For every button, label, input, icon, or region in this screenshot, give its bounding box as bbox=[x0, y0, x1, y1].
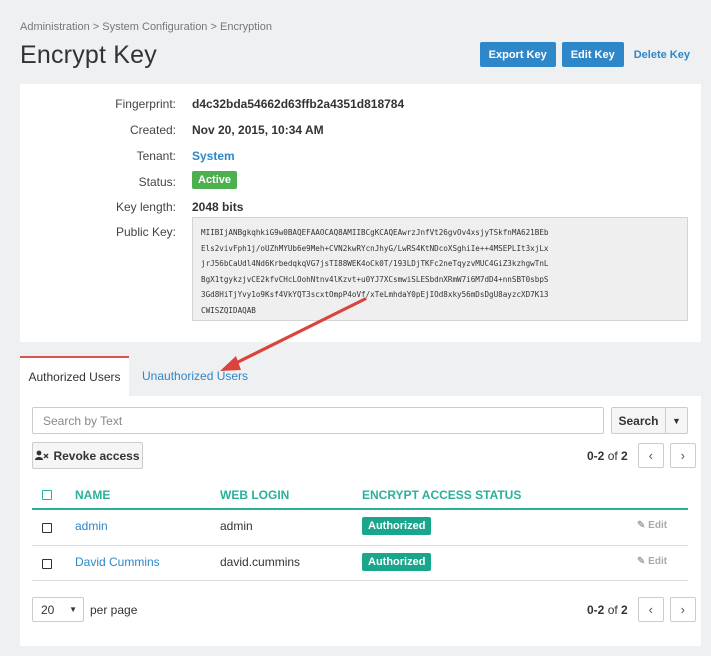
access-status: Authorized bbox=[362, 517, 432, 535]
fingerprint-label: Fingerprint: bbox=[115, 97, 176, 111]
authorized-badge: Authorized bbox=[362, 517, 432, 535]
breadcrumb-item[interactable]: Administration bbox=[20, 21, 90, 33]
tenant-label: Tenant: bbox=[136, 149, 176, 163]
delete-key-button[interactable]: Delete Key bbox=[630, 43, 694, 67]
select-all-checkbox[interactable] bbox=[42, 490, 52, 500]
revoke-access-button[interactable]: Revoke access bbox=[32, 442, 143, 469]
table-header: NAME WEB LOGIN ENCRYPT ACCESS STATUS bbox=[32, 486, 688, 510]
per-page-select[interactable]: 20 ▼ bbox=[32, 597, 84, 622]
row-checkbox[interactable] bbox=[42, 523, 52, 533]
created-value: Nov 20, 2015, 10:34 AM bbox=[192, 123, 324, 137]
tenant-link[interactable]: System bbox=[192, 149, 235, 163]
revoke-access-label: Revoke access bbox=[53, 448, 140, 463]
users-tabs: Authorized Users Unauthorized Users Sear… bbox=[20, 356, 701, 646]
page-title: Encrypt Key bbox=[20, 41, 157, 69]
user-name-link[interactable]: David Cummins bbox=[75, 555, 160, 569]
page: Administration > System Configuration > … bbox=[0, 0, 711, 656]
tab-authorized-users[interactable]: Authorized Users bbox=[20, 356, 129, 396]
public-key-label: Public Key: bbox=[115, 225, 176, 239]
breadcrumb-item: Encryption bbox=[220, 21, 272, 33]
public-key-text: MIIBIjANBgkqhkiG9w0BAQEFAAOCAQ8AMIIBCgKC… bbox=[192, 217, 688, 321]
pager-count: 0-2 of 2 bbox=[587, 448, 628, 463]
created-label: Created: bbox=[129, 123, 176, 137]
row-edit-button[interactable]: ✎ Edit bbox=[637, 556, 667, 567]
per-page-value: 20 bbox=[41, 602, 55, 617]
pager-top: 0-2 of 2 ‹ › bbox=[587, 443, 696, 468]
chevron-left-icon[interactable]: ‹ bbox=[637, 443, 664, 468]
pager-count: 0-2 of 2 bbox=[587, 602, 628, 617]
breadcrumb-item[interactable]: System Configuration bbox=[102, 21, 207, 33]
key-length-label: Key length: bbox=[115, 200, 176, 214]
status-label: Status: bbox=[138, 175, 176, 189]
authorized-badge: Authorized bbox=[362, 553, 432, 571]
column-header-encrypt-access-status[interactable]: ENCRYPT ACCESS STATUS bbox=[362, 488, 521, 502]
pencil-icon: ✎ bbox=[637, 520, 646, 531]
chevron-left-icon[interactable]: ‹ bbox=[637, 597, 664, 622]
search-input[interactable] bbox=[32, 407, 604, 434]
row-edit-button[interactable]: ✎ Edit bbox=[637, 520, 667, 531]
table-row: admin admin Authorized ✎ Edit bbox=[32, 510, 688, 546]
caret-down-icon[interactable]: ▼ bbox=[666, 407, 688, 434]
authorized-users-panel: Search ▼ Revoke access 0-2 of 2 ‹ › NAME… bbox=[20, 396, 701, 646]
pager-bottom: 0-2 of 2 ‹ › bbox=[587, 597, 696, 622]
user-remove-icon bbox=[35, 449, 49, 463]
column-header-web-login[interactable]: WEB LOGIN bbox=[220, 488, 289, 502]
per-page-label: per page bbox=[90, 603, 138, 617]
header-actions: Export Key Edit Key Delete Key bbox=[479, 42, 694, 67]
breadcrumb: Administration > System Configuration > … bbox=[20, 21, 272, 33]
created-row: Created: Nov 20, 2015, 10:34 AM bbox=[20, 123, 701, 143]
tenant-row: Tenant: System bbox=[20, 149, 701, 169]
table-row: David Cummins david.cummins Authorized ✎… bbox=[32, 545, 688, 581]
chevron-right-icon[interactable]: › bbox=[669, 443, 696, 468]
user-web-login: admin bbox=[220, 519, 253, 533]
fingerprint-row: Fingerprint: d4c32bda54662d63ffb2a4351d8… bbox=[20, 97, 701, 117]
chevron-right-icon[interactable]: › bbox=[669, 597, 696, 622]
tab-unauthorized-users[interactable]: Unauthorized Users bbox=[142, 356, 248, 396]
status-value: Active bbox=[192, 171, 238, 189]
status-badge: Active bbox=[192, 171, 238, 189]
breadcrumb-separator: > bbox=[210, 21, 217, 33]
caret-down-icon: ▼ bbox=[69, 605, 77, 614]
access-status: Authorized bbox=[362, 553, 432, 571]
key-details-panel: Fingerprint: d4c32bda54662d63ffb2a4351d8… bbox=[20, 84, 701, 342]
user-web-login: david.cummins bbox=[220, 555, 301, 569]
column-header-name[interactable]: NAME bbox=[75, 488, 110, 502]
breadcrumb-separator: > bbox=[92, 21, 100, 33]
status-row: Status: Active bbox=[20, 171, 701, 195]
search-button[interactable]: Search bbox=[611, 407, 666, 434]
export-key-button[interactable]: Export Key bbox=[479, 42, 556, 67]
edit-key-button[interactable]: Edit Key bbox=[561, 42, 624, 67]
key-length-value: 2048 bits bbox=[192, 200, 244, 214]
pencil-icon: ✎ bbox=[637, 556, 646, 567]
user-name-link[interactable]: admin bbox=[75, 519, 108, 533]
fingerprint-value: d4c32bda54662d63ffb2a4351d818784 bbox=[192, 97, 405, 111]
row-checkbox[interactable] bbox=[42, 559, 52, 569]
